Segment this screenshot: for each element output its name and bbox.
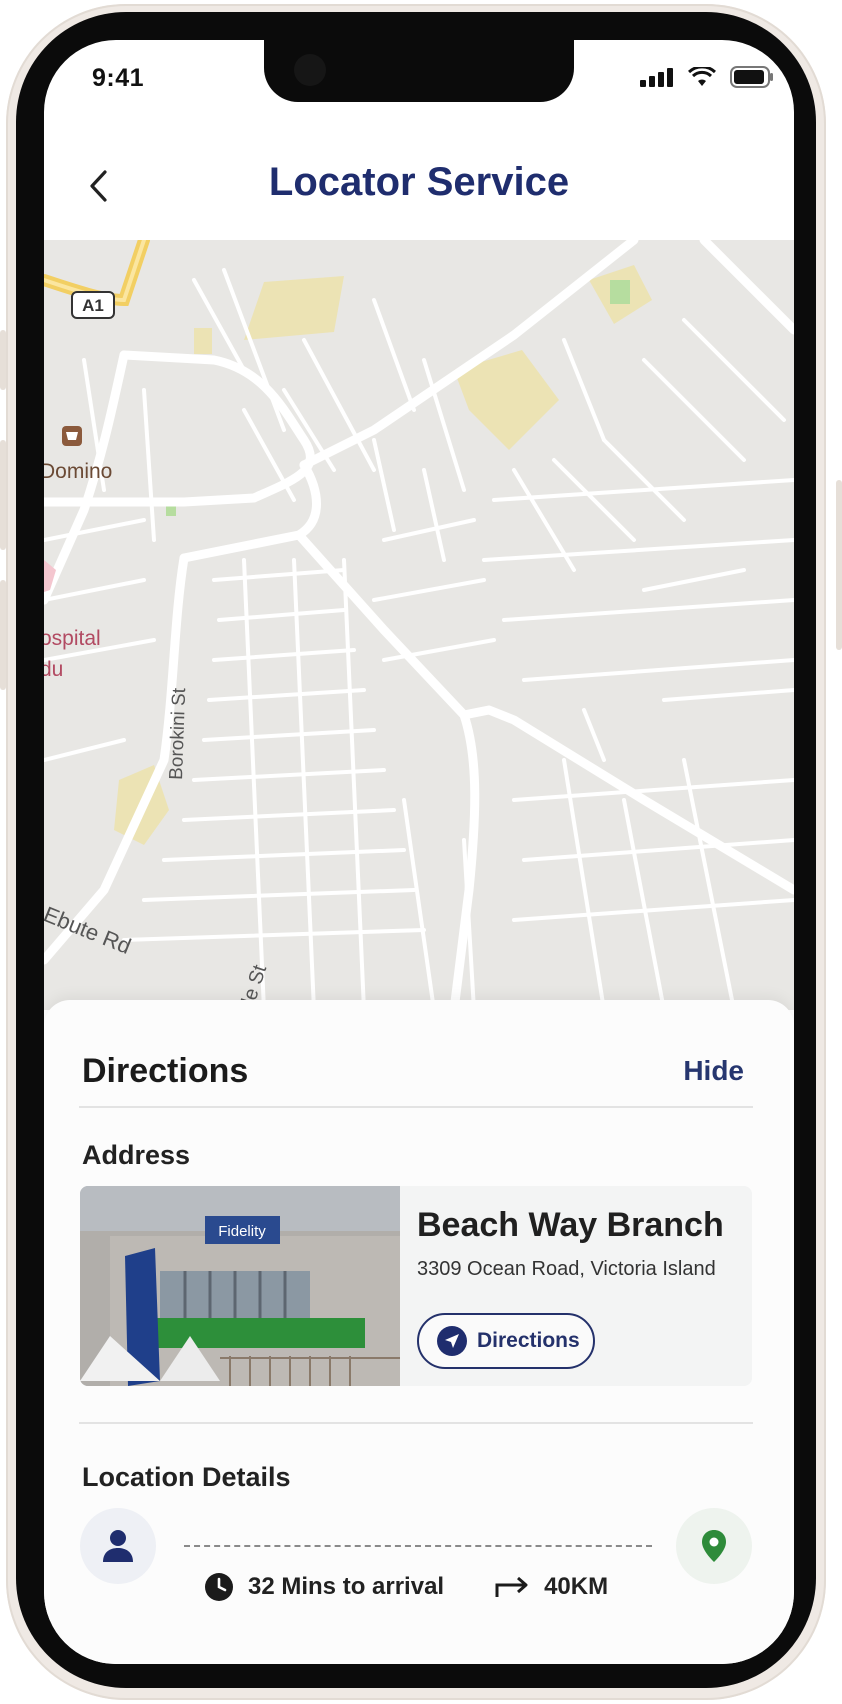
shop-icon <box>62 426 82 446</box>
branch-address: 3309 Ocean Road, Victoria Island <box>417 1258 716 1280</box>
branch-name: Beach Way Branch <box>417 1206 724 1244</box>
divider <box>79 1422 753 1424</box>
branch-card[interactable]: Fidelity Beach Way Branch 3309 Ocean Roa… <box>80 1186 752 1386</box>
route-line <box>184 1545 652 1547</box>
address-label: Address <box>82 1140 191 1170</box>
map-view[interactable]: A1 Domino ospital du Borokini St Ebute R… <box>44 240 794 1010</box>
battery-icon <box>730 66 774 93</box>
status-time: 9:41 <box>92 64 145 92</box>
highway-label: A1 <box>82 296 104 315</box>
get-directions-button[interactable]: Directions <box>417 1313 595 1369</box>
status-icons <box>640 65 774 93</box>
volume-down-button <box>0 580 6 690</box>
destination-marker <box>676 1508 752 1584</box>
eta-text: 32 Mins to arrival <box>248 1573 445 1600</box>
location-details-label: Location Details <box>82 1462 291 1492</box>
branch-photo: Fidelity <box>80 1186 400 1386</box>
street-label-borokini: Borokini St <box>166 687 190 780</box>
origin-avatar <box>80 1508 156 1584</box>
eta-row: 32 Mins to arrival 40KM <box>204 1572 608 1602</box>
phone-screen: 9:41 Locator Service A1 Domino ospital d… <box>44 40 794 1664</box>
divider <box>79 1106 753 1108</box>
route-arrow-icon <box>495 1576 528 1597</box>
signal-icon <box>640 67 674 92</box>
navigation-arrow-icon <box>437 1326 467 1356</box>
poi-hospital-label-1: ospital <box>44 627 101 650</box>
page-title: Locator Service <box>268 160 570 204</box>
distance-text: 40KM <box>544 1573 609 1600</box>
notch <box>264 40 574 102</box>
power-button <box>836 480 842 650</box>
hide-button[interactable]: Hide <box>683 1055 744 1087</box>
directions-title: Directions <box>82 1052 249 1090</box>
user-icon <box>103 1530 133 1562</box>
silent-switch <box>0 330 6 390</box>
get-directions-label: Directions <box>477 1329 580 1352</box>
branch-sign-text: Fidelity <box>218 1223 266 1240</box>
front-camera <box>294 54 326 86</box>
clock-icon <box>205 1573 233 1601</box>
poi-shop-label: Domino <box>44 460 112 483</box>
volume-up-button <box>0 440 6 550</box>
poi-hospital-label-2: du <box>44 658 63 681</box>
directions-sheet: Directions Hide Address Fidelity Beach W… <box>44 1000 794 1664</box>
wifi-icon <box>687 65 717 92</box>
location-pin-icon <box>702 1530 726 1562</box>
header: Locator Service <box>44 150 794 230</box>
